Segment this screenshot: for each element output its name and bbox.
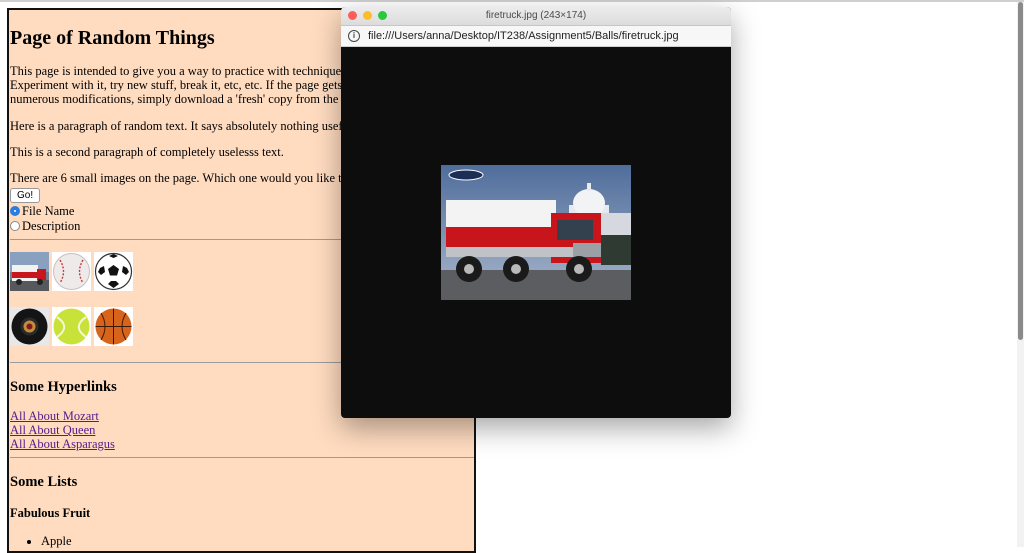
firetruck-thumbnail[interactable] [10,252,49,291]
zoom-window-icon[interactable] [378,11,387,20]
info-icon[interactable]: i [348,30,360,42]
link-asparagus[interactable]: All About Asparagus [10,437,474,451]
intro-line-3: numerous modifications, simply download … [10,92,348,106]
basketball-thumbnail[interactable] [94,307,133,346]
link-queen[interactable]: All About Queen [10,423,474,437]
tennis-ball-thumbnail[interactable] [52,307,91,346]
window-title: firetruck.jpg (243×174) [485,10,587,21]
address-bar[interactable]: i file:///Users/anna/Desktop/IT238/Assig… [341,26,731,47]
radio-label: Description [22,218,81,233]
firetruck-photo [441,165,631,300]
minimize-window-icon[interactable] [363,11,372,20]
baseball-thumbnail[interactable] [52,252,91,291]
hockey-puck-thumbnail[interactable] [10,307,49,346]
window-title-bar[interactable]: firetruck.jpg (243×174) [341,7,731,26]
close-window-icon[interactable] [348,11,357,20]
scrollbar-thumb[interactable] [1018,2,1023,340]
content-top-border [0,0,1024,2]
fruit-list: Apple [10,534,474,548]
radio-button-icon[interactable] [10,220,20,231]
go-button[interactable]: Go! [10,188,41,203]
lists-heading: Some Lists [10,474,78,490]
radio-button-selected-icon[interactable] [10,205,20,216]
divider [10,457,474,458]
radio-label: File Name [22,203,75,218]
image-viewer-window: firetruck.jpg (243×174) i file:///Users/… [341,7,731,418]
fruit-heading: Fabulous Fruit [10,506,91,520]
intro-line-1: This page is intended to give you a way … [10,64,347,78]
address-url[interactable]: file:///Users/anna/Desktop/IT238/Assignm… [368,30,679,42]
list-item: Apple [41,534,474,548]
intro-line-2: Experiment with it, try new stuff, break… [10,78,343,92]
soccer-ball-thumbnail[interactable] [94,252,133,291]
